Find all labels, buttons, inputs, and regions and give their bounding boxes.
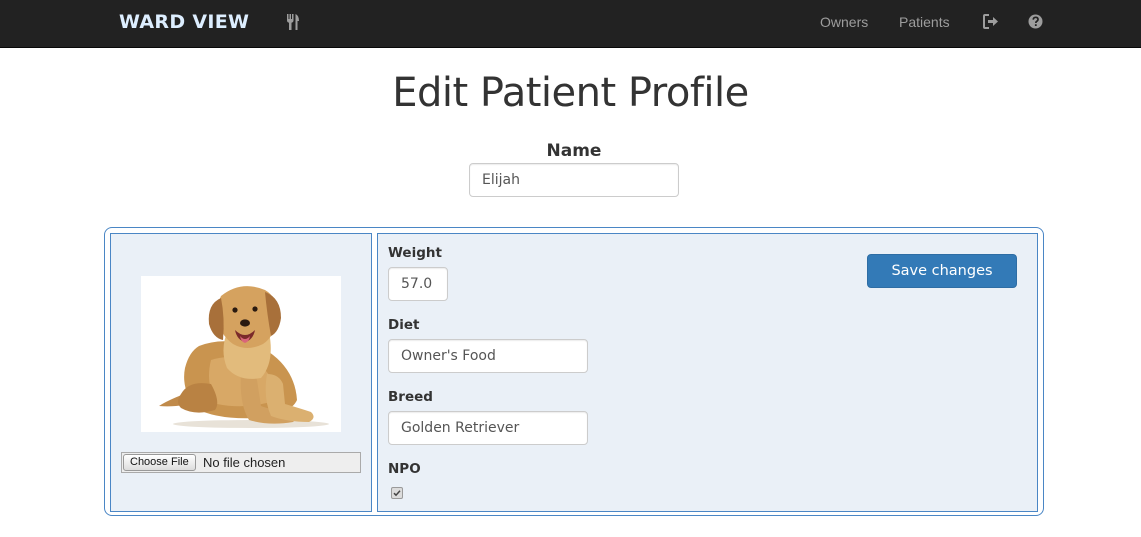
choose-file-button[interactable]: Choose File (123, 454, 196, 471)
no-file-chosen-text: No file chosen (203, 455, 286, 470)
patient-photo (141, 276, 341, 432)
diet-label: Diet (388, 317, 420, 333)
breed-label: Breed (388, 389, 433, 405)
npo-checkbox[interactable] (391, 487, 403, 499)
name-label: Name (546, 141, 602, 161)
brand-logo[interactable]: WARD VIEW (119, 11, 249, 33)
weight-label: Weight (388, 245, 442, 261)
diet-input[interactable]: Owner's Food (388, 339, 588, 373)
npo-label: NPO (388, 461, 421, 477)
nav-patients-link[interactable]: Patients (899, 14, 950, 30)
file-upload: Choose File No file chosen (121, 452, 361, 473)
help-icon[interactable] (1028, 14, 1043, 29)
name-input[interactable]: Elijah (469, 163, 679, 197)
breed-input[interactable]: Golden Retriever (388, 411, 588, 445)
save-changes-button[interactable]: Save changes (867, 254, 1017, 288)
fork-knife-icon[interactable] (286, 14, 300, 30)
weight-input[interactable]: 57.0 (388, 267, 448, 301)
page-title: Edit Patient Profile (392, 70, 749, 116)
top-navbar: WARD VIEW Owners Patients (0, 0, 1141, 48)
sign-out-icon[interactable] (983, 14, 998, 29)
nav-owners-link[interactable]: Owners (820, 14, 868, 30)
